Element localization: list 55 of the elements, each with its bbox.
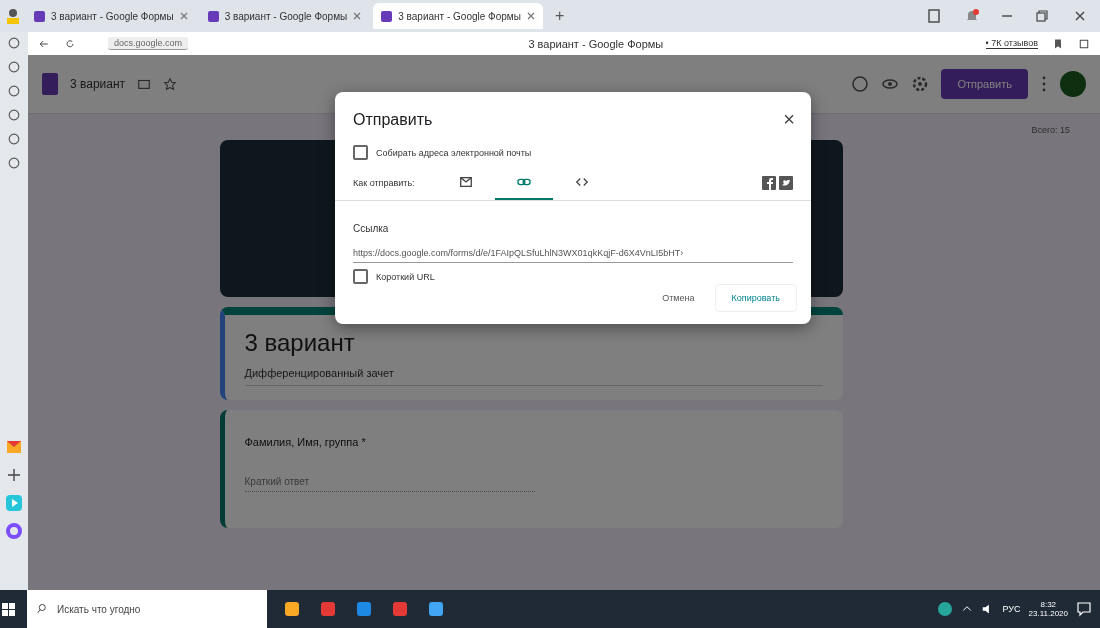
address-bar[interactable]: docs.google.com: [108, 37, 189, 50]
new-tab-button[interactable]: +: [546, 7, 573, 25]
minimize-icon: [1002, 15, 1012, 17]
page-title: 3 вариант - Google Формы: [527, 37, 665, 50]
forms-logo-icon: [42, 73, 58, 95]
browser-tab[interactable]: 3 вариант - Google Формы: [373, 3, 543, 29]
link-field[interactable]: https://docs.google.com/forms/d/e/1FAIpQLSfuLhlN3WX01qkKqjF-d6X4VnLI5bHT›: [353, 248, 793, 263]
file-manager-icon: [283, 600, 301, 618]
close-icon: [179, 12, 188, 20]
close-button[interactable]: ×: [781, 108, 797, 131]
reviews-link[interactable]: • 7К отзывов: [985, 38, 1038, 49]
round-browser-icon: [391, 600, 409, 618]
form-title: 3 вариант: [244, 329, 356, 357]
checkbox-label: Короткий URL: [376, 271, 435, 282]
close-icon: [353, 12, 362, 20]
notification-icon: [1076, 601, 1092, 617]
calendar-icon: [427, 600, 445, 618]
copy-button[interactable]: Копировать: [714, 284, 797, 312]
facebook-icon: [762, 176, 776, 190]
user-icon: [4, 7, 22, 25]
browser-tab[interactable]: 3 вариант - Google Формы: [199, 3, 370, 29]
reload-icon: [64, 37, 76, 50]
search-icon: [37, 603, 49, 615]
browser-tab[interactable]: 3 вариант - Google Формы: [26, 3, 196, 29]
envelope-icon: [458, 175, 473, 189]
windows-icon: [0, 600, 17, 618]
close-icon: [526, 12, 535, 20]
twitter-icon: [779, 176, 793, 190]
checkbox-label: Собирать адреса электронной почты: [376, 147, 532, 158]
ring-icon: [5, 522, 23, 540]
document-icon: [319, 600, 337, 618]
browser-icon: [355, 600, 373, 618]
globe-icon: [936, 601, 953, 617]
folder-icon: [137, 77, 152, 91]
form-description: Дифференцированный зачет: [244, 367, 823, 386]
settings-icon: [911, 75, 930, 93]
points-total: Всего: 15: [1031, 125, 1070, 135]
answer-field[interactable]: Краткий ответ: [244, 472, 535, 492]
send-via-label: Как отправить:: [353, 178, 415, 188]
dialog-title: Отправить: [353, 110, 433, 129]
search-field[interactable]: Искать что угодно: [27, 590, 267, 628]
send-button[interactable]: Отправить: [941, 69, 1028, 99]
form-name: 3 вариант: [70, 77, 126, 91]
plus-icon: [5, 466, 23, 484]
checkbox[interactable]: [353, 269, 368, 284]
clock[interactable]: 8:32 23.11.2020: [1028, 600, 1068, 618]
avatar[interactable]: [1060, 71, 1086, 97]
link-heading: Ссылка: [352, 222, 390, 236]
code-icon: [574, 175, 589, 189]
restore-icon: [1034, 8, 1050, 24]
more-icon: [1040, 76, 1048, 92]
mail-icon: [5, 438, 23, 456]
language-indicator[interactable]: РУС: [1002, 604, 1021, 614]
checkbox[interactable]: [353, 145, 368, 160]
question-label: Фамилия, Имя, группа *: [244, 436, 367, 448]
